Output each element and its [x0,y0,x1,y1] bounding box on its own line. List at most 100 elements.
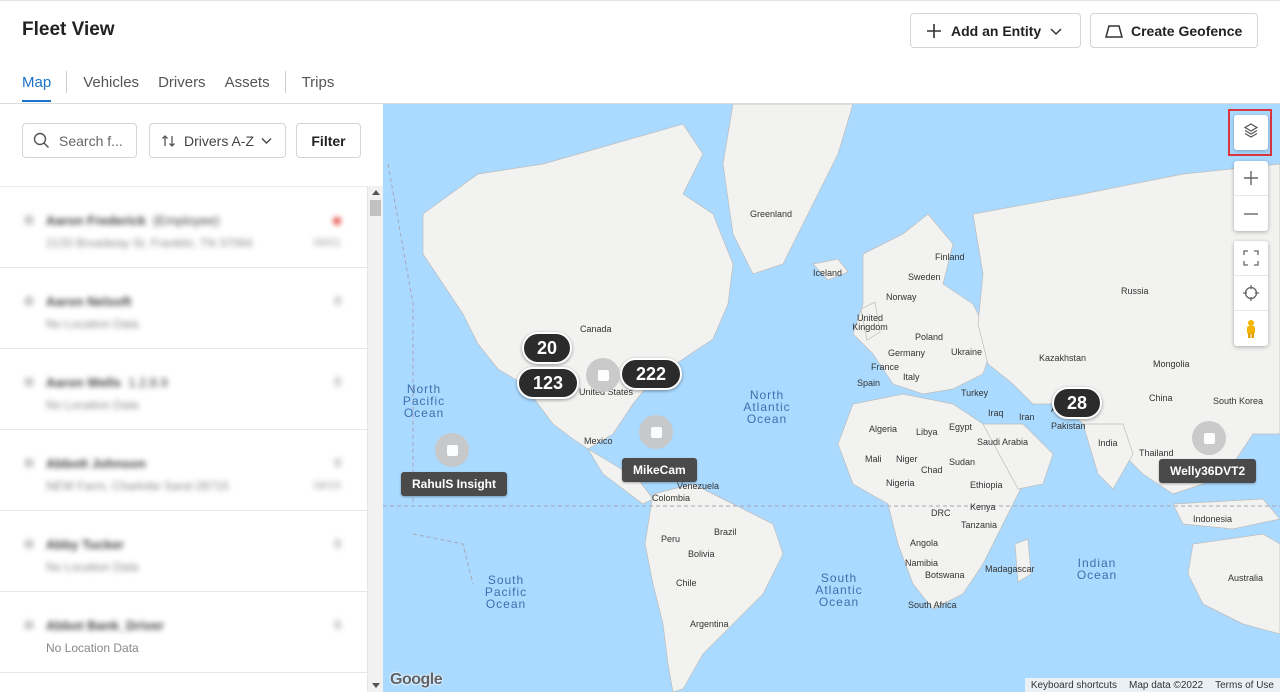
driver-name: Abby Tucker [46,537,124,552]
fullscreen-button[interactable] [1234,241,1268,276]
map-cluster[interactable]: 123 [517,367,579,399]
label-sudan: Sudan [949,457,976,467]
label-mongolia: Mongolia [1153,359,1190,369]
label-argentina: Argentina [690,619,729,629]
status-dot [24,215,34,225]
tab-bar: Map Vehicles Drivers Assets Trips [22,71,353,105]
street-view-button[interactable] [1234,311,1268,346]
tab-map[interactable]: Map [22,71,52,102]
ocean-south-atlantic: South Atlantic Ocean [815,571,863,609]
label-france: France [871,362,900,372]
label-pakistan: Pakistan [1051,421,1086,431]
create-geofence-button[interactable]: Create Geofence [1090,13,1258,48]
label-iceland: Iceland [813,268,843,278]
alert-indicator [333,217,341,225]
label-south-africa: South Africa [908,600,957,610]
driver-count: 0 [334,537,341,551]
list-item[interactable]: Abbott Johnson NEW Farm, Charlotte Sand … [0,430,367,511]
vehicle-tag-rahuls[interactable]: RahulS Insight [401,472,507,496]
vehicle-marker[interactable] [586,358,620,392]
status-dot [24,377,34,387]
driver-location: No Location Data [46,560,139,574]
minus-icon [1244,212,1258,215]
label-indonesia: Indonesia [1193,514,1233,524]
label-turkey: Turkey [961,388,989,398]
label-peru: Peru [661,534,681,544]
label-niger: Niger [896,454,918,464]
status-dot [24,458,34,468]
zoom-in-button[interactable] [1234,161,1268,196]
my-location-button[interactable] [1234,276,1268,311]
label-iran: Iran [1019,412,1035,422]
chevron-down-icon [1049,24,1063,38]
label-mexico: Mexico [584,436,613,446]
tab-assets[interactable]: Assets [225,71,270,100]
label-italy: Italy [903,372,920,382]
tab-divider [66,71,68,93]
plus-icon [925,22,943,40]
sort-dropdown[interactable]: Drivers A-Z [149,123,286,158]
list-item[interactable]: Abbot Bank_Driver No Location Data 0 [0,592,367,673]
tab-trips[interactable]: Trips [302,71,335,100]
label-egypt: Egypt [949,422,973,432]
search-input[interactable]: Search f... [22,123,137,158]
layers-button[interactable] [1234,115,1268,150]
driver-name: Aaron Nelsoft [46,294,132,309]
driver-location: No Location Data [46,641,139,655]
driver-count: 0 [334,375,341,389]
header: Fleet View Add an Entity Create Geofence… [0,0,1280,104]
label-bolivia: Bolivia [688,549,715,559]
label-india: India [1098,438,1118,448]
terms-link[interactable]: Terms of Use [1209,680,1280,691]
label-greenland: Greenland [750,209,793,219]
list-item[interactable]: Abby Tucker No Location Data 0 [0,511,367,592]
label-ukraine: Ukraine [951,347,983,357]
label-tanzania: Tanzania [961,520,998,530]
map-cluster[interactable]: 28 [1052,387,1102,419]
driver-location: NEW Farm, Charlotte Sand 28715 [46,479,229,493]
add-entity-button[interactable]: Add an Entity [910,13,1081,48]
list-item[interactable]: Aaron Frederick (Employee) 2133 Broadway… [0,187,367,268]
vehicle-tag-mikecam[interactable]: MikeCam [622,458,697,482]
vehicle-marker[interactable] [435,433,469,467]
driver-name: Aaron Wells 1.2.8.9 [46,375,168,390]
label-canada: Canada [580,324,612,334]
view-controls [1234,241,1268,346]
tab-vehicles[interactable]: Vehicles [83,71,139,100]
vehicle-tag-welly[interactable]: Welly36DVT2 [1159,459,1257,483]
vehicle-marker-icon [1203,432,1215,444]
scroll-down-arrow-icon[interactable] [372,683,380,688]
label-sweden: Sweden [908,272,941,282]
tab-drivers[interactable]: Drivers [158,71,206,100]
driver-time: 06/15 [313,480,341,492]
label-china: China [1149,393,1173,403]
filter-button[interactable]: Filter [296,123,361,158]
list-item[interactable]: Aaron Nelsoft No Location Data 0 [0,268,367,349]
driver-name: Aaron Frederick (Employee) [46,213,220,228]
zoom-out-button[interactable] [1234,196,1268,231]
label-united-kingdom: United Kingdom [852,313,888,332]
map-cluster[interactable]: 20 [522,332,572,364]
vehicle-marker[interactable] [1192,421,1226,455]
vehicle-marker-icon [650,426,662,438]
geofence-icon [1105,22,1123,40]
driver-location: No Location Data [46,317,139,331]
tab-divider [284,71,286,93]
list-item[interactable]: Aaron Wells 1.2.8.9 No Location Data 0 [0,349,367,430]
search-placeholder: Search f... [59,132,123,149]
vehicle-marker[interactable] [639,415,673,449]
label-venezuela: Venezuela [677,481,720,491]
scrollbar-thumb[interactable] [370,200,381,216]
label-madagascar: Madagascar [985,564,1035,574]
map-cluster[interactable]: 222 [620,358,682,390]
keyboard-shortcuts-link[interactable]: Keyboard shortcuts [1025,680,1123,691]
list-scrollbar[interactable] [367,186,383,692]
label-saudi-arabia: Saudi Arabia [977,437,1029,447]
label-drc: DRC [931,508,951,518]
google-logo: Google [390,671,443,688]
driver-count: 0 [334,294,341,308]
scroll-up-arrow-icon[interactable] [372,190,380,195]
fleet-map[interactable]: Greenland Iceland Finland Sweden Norway … [383,104,1280,692]
create-geofence-label: Create Geofence [1131,22,1243,39]
ocean-north-atlantic: North Atlantic Ocean [743,388,791,426]
